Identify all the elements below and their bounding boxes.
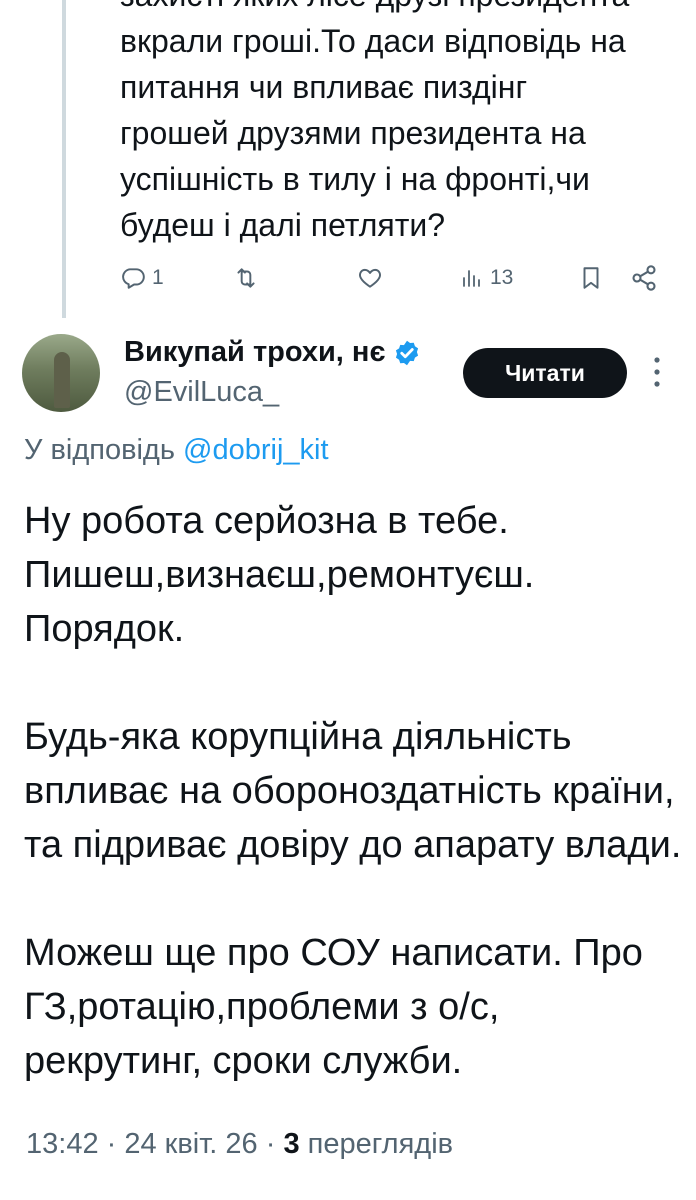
views-number: 3 [283,1128,300,1160]
share-button[interactable] [630,258,658,298]
tweet-meta: 13:42 · 24 квіт. 26 · 3 переглядів [26,1128,454,1160]
views-label: переглядів [307,1128,454,1160]
share-icon [632,265,656,291]
more-vertical-icon[interactable] [650,352,664,392]
tweet-header: Викупай трохи, нє @EvilLuca_ Читати [0,330,696,420]
tweet-date[interactable]: 24 квіт. 26 [124,1128,257,1160]
reply-prefix: У відповідь [24,434,184,466]
previous-reply-text: захисті яких лісе друзі президента вкрал… [120,0,629,243]
comment-icon [122,268,145,289]
reply-to-link[interactable]: @dobrij_kit [183,434,329,466]
tweet-body: Ну робота серйозна в тебе. Пишеш,визнаєш… [24,494,684,1088]
views-button[interactable]: 13 [460,258,513,298]
verified-badge-icon [396,340,419,365]
thread-line [62,0,66,318]
author-handle[interactable]: @EvilLuca_ [124,376,279,409]
views-count: 13 [490,266,514,289]
tweet-paragraph: Будь-яка корупційна діяльність впливає н… [24,716,682,866]
tweet-time[interactable]: 13:42 [26,1128,99,1160]
follow-button[interactable]: Читати [463,348,627,398]
bookmark-icon [583,267,599,289]
retweet-button[interactable] [232,258,260,298]
author-display-name[interactable]: Викупай трохи, нє [124,336,385,369]
reply-button[interactable]: 1 [120,258,164,298]
author-name-row[interactable]: Викупай трохи, нє [124,336,421,369]
tweet-paragraph: Ну робота серйозна в тебе. Пишеш,визнаєш… [24,500,535,650]
reply-context: У відповідь @dobrij_kit [24,434,329,467]
bookmark-button[interactable] [578,258,604,298]
tweet-paragraph: Можеш ще про СОУ написати. Про ГЗ,ротаці… [24,932,643,1082]
reply-count: 1 [152,266,164,289]
heart-icon [359,268,381,288]
like-button[interactable] [356,258,384,298]
views-icon [463,270,480,287]
previous-reply-actions: 1 13 [120,258,665,298]
retweet-icon [237,268,255,288]
avatar[interactable] [22,334,100,412]
